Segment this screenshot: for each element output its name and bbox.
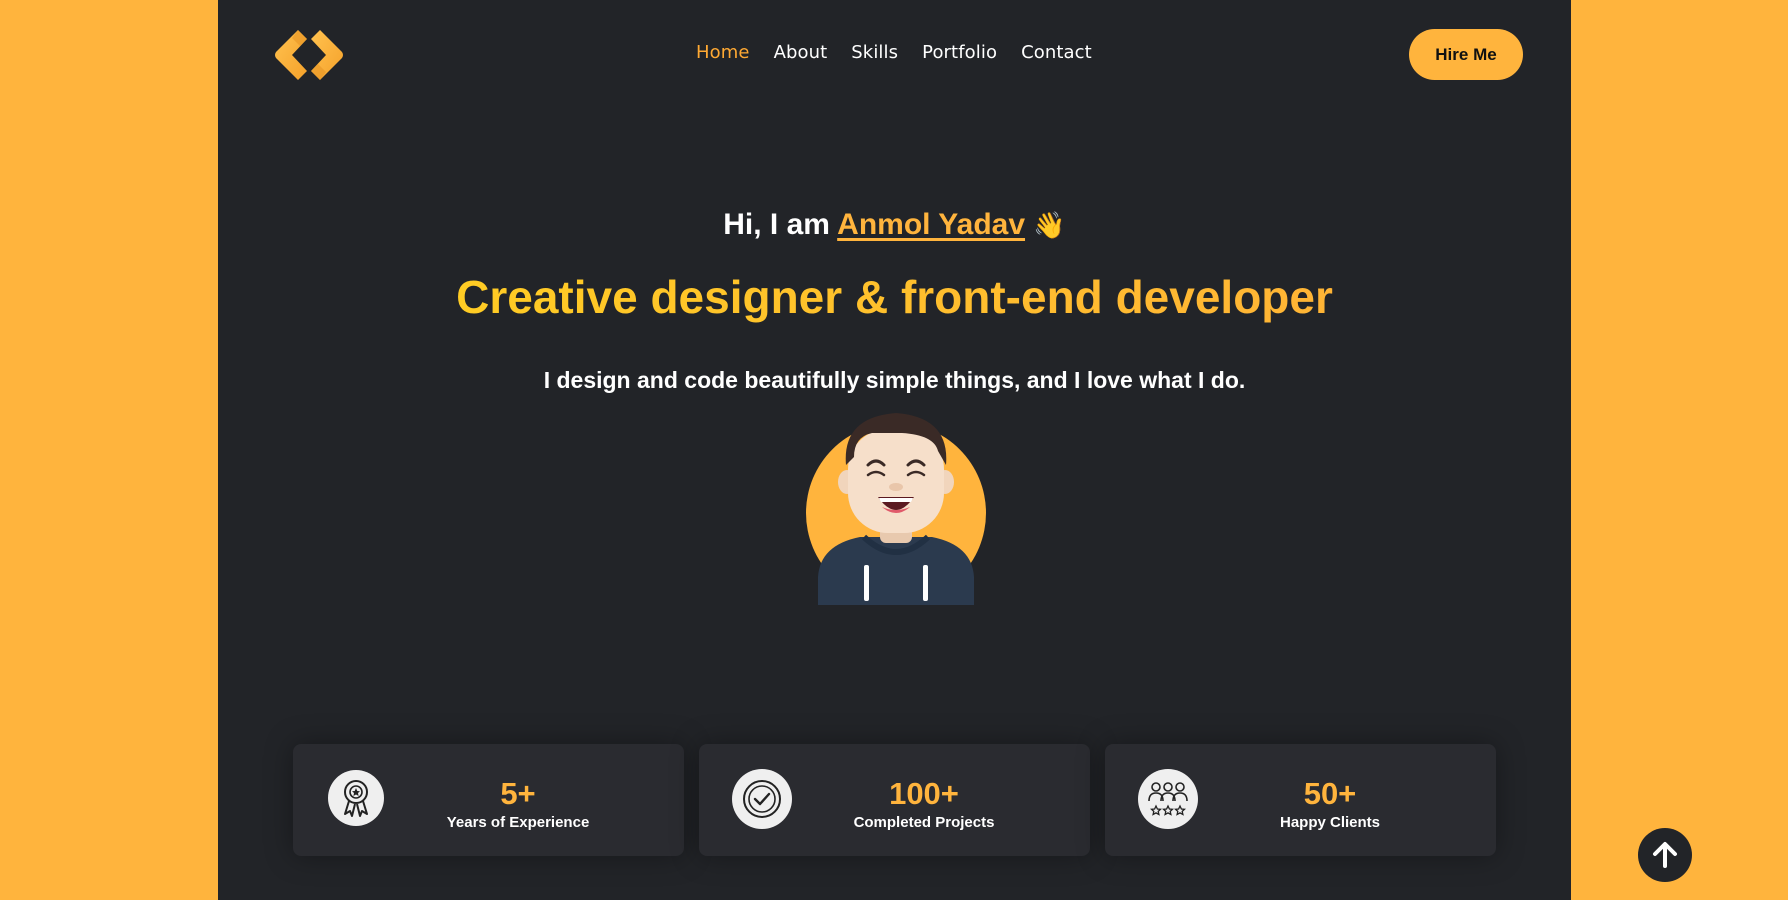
main-nav: Home About Skills Portfolio Contact: [696, 42, 1092, 63]
nav-skills[interactable]: Skills: [851, 42, 898, 63]
stat-value: 50+: [1303, 776, 1357, 811]
hero-tagline: I design and code beautifully simple thi…: [543, 367, 1246, 393]
smiling-person-avatar: [806, 413, 986, 605]
stat-label: Happy Clients: [1279, 814, 1381, 831]
stat-card-clients: 50+ Happy Clients: [1105, 744, 1496, 856]
stats-row: 5+ Years of Experience 100+ Completed Pr…: [293, 744, 1496, 856]
stat-card-projects: 100+ Completed Projects: [699, 744, 1090, 856]
stat-card-experience: 5+ Years of Experience: [293, 744, 684, 856]
portfolio-page: Home About Skills Portfolio Contact Hire…: [218, 0, 1571, 900]
hero-greeting: Hi, I am Anmol Yadav 👋: [218, 208, 1571, 242]
hire-me-button[interactable]: Hire Me: [1409, 29, 1523, 80]
greeting-prefix: Hi, I am: [723, 208, 830, 241]
nav-home[interactable]: Home: [696, 42, 750, 63]
nav-portfolio[interactable]: Portfolio: [922, 42, 997, 63]
hero-name[interactable]: Anmol Yadav: [837, 208, 1025, 241]
arrow-up-icon: [1653, 842, 1677, 868]
stat-value: 100+: [889, 776, 959, 811]
stat-label: Completed Projects: [853, 814, 995, 831]
waving-hand-icon: 👋: [1033, 210, 1066, 240]
nav-contact[interactable]: Contact: [1021, 42, 1092, 63]
stat-label: Years of Experience: [446, 814, 590, 831]
nav-about[interactable]: About: [774, 42, 828, 63]
stat-value: 5+: [500, 776, 536, 811]
hero-headline: Creative designer & front-end developer: [218, 270, 1571, 324]
code-brackets-logo[interactable]: [274, 28, 344, 82]
scroll-to-top-button[interactable]: [1638, 828, 1692, 882]
